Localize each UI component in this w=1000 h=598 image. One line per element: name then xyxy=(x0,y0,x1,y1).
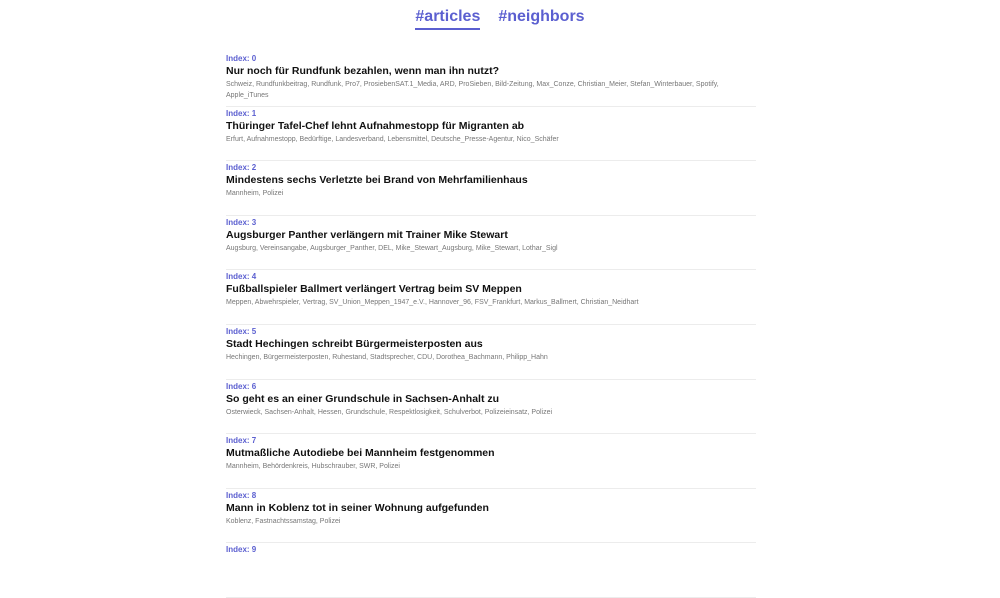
article-title[interactable]: Stadt Hechingen schreibt Bürgermeisterpo… xyxy=(226,337,756,351)
list-item[interactable]: Index: 9 xyxy=(226,543,756,598)
article-tags: Meppen, Abwehrspieler, Vertrag, SV_Union… xyxy=(226,299,639,307)
article-title[interactable]: Thüringer Tafel-Chef lehnt Aufnahmestopp… xyxy=(226,119,756,133)
article-index: Index: 9 xyxy=(226,545,257,555)
article-tags: Schweiz, Rundfunkbeitrag, Rundfunk, Pro7… xyxy=(226,81,719,99)
article-tags: Mannheim, Behördenkreis, Hubschrauber, S… xyxy=(226,463,400,471)
article-title[interactable]: Fußballspieler Ballmert verlängert Vertr… xyxy=(226,282,756,296)
nav-link-neighbors[interactable]: #neighbors xyxy=(498,8,584,30)
list-item[interactable]: Index: 1 Thüringer Tafel-Chef lehnt Aufn… xyxy=(226,107,756,162)
list-item[interactable]: Index: 7 Mutmaßliche Autodiebe bei Mannh… xyxy=(226,434,756,489)
list-item[interactable]: Index: 6 So geht es an einer Grundschule… xyxy=(226,380,756,435)
article-index: Index: 7 xyxy=(226,436,257,446)
article-tags: Augsburg, Vereinsangabe, Augsburger_Pant… xyxy=(226,244,558,252)
article-tags: Mannheim, Polizei xyxy=(226,190,284,198)
article-index: Index: 6 xyxy=(226,381,257,391)
article-tags: Koblenz, Fastnachtssamstag, Polizei xyxy=(226,517,341,525)
article-index: Index: 4 xyxy=(226,272,257,282)
article-title[interactable]: Nur noch für Rundfunk bezahlen, wenn man… xyxy=(226,64,756,78)
article-title[interactable]: Mutmaßliche Autodiebe bei Mannheim festg… xyxy=(226,446,756,460)
article-index: Index: 5 xyxy=(226,326,257,336)
article-list: Index: 0 Nur noch für Rundfunk bezahlen,… xyxy=(226,52,756,598)
article-index: Index: 8 xyxy=(226,490,257,500)
article-index: Index: 3 xyxy=(226,217,257,227)
list-item[interactable]: Index: 8 Mann in Koblenz tot in seiner W… xyxy=(226,489,756,544)
article-tags: Hechingen, Bürgermeisterposten, Ruhestan… xyxy=(226,353,548,361)
nav-link-articles[interactable]: #articles xyxy=(415,8,481,30)
article-tags: Osterwieck, Sachsen-Anhalt, Hessen, Grun… xyxy=(226,408,553,416)
article-index: Index: 0 xyxy=(226,54,257,63)
list-item[interactable]: Index: 5 Stadt Hechingen schreibt Bürger… xyxy=(226,325,756,380)
list-item[interactable]: Index: 2 Mindestens sechs Verletzte bei … xyxy=(226,161,756,216)
article-tags: Erfurt, Aufnahmestopp, Bedürftige, Lande… xyxy=(226,135,559,143)
article-title[interactable]: So geht es an einer Grundschule in Sachs… xyxy=(226,392,756,406)
article-title[interactable]: Mann in Koblenz tot in seiner Wohnung au… xyxy=(226,501,756,515)
article-index: Index: 1 xyxy=(226,108,257,118)
article-index: Index: 2 xyxy=(226,163,257,173)
list-item[interactable]: Index: 0 Nur noch für Rundfunk bezahlen,… xyxy=(226,52,756,107)
list-item[interactable]: Index: 4 Fußballspieler Ballmert verläng… xyxy=(226,270,756,325)
list-item[interactable]: Index: 3 Augsburger Panther verlängern m… xyxy=(226,216,756,271)
top-nav: #articles #neighbors xyxy=(0,8,1000,30)
article-title[interactable]: Augsburger Panther verlängern mit Traine… xyxy=(226,228,756,242)
article-title[interactable]: Mindestens sechs Verletzte bei Brand von… xyxy=(226,173,756,187)
